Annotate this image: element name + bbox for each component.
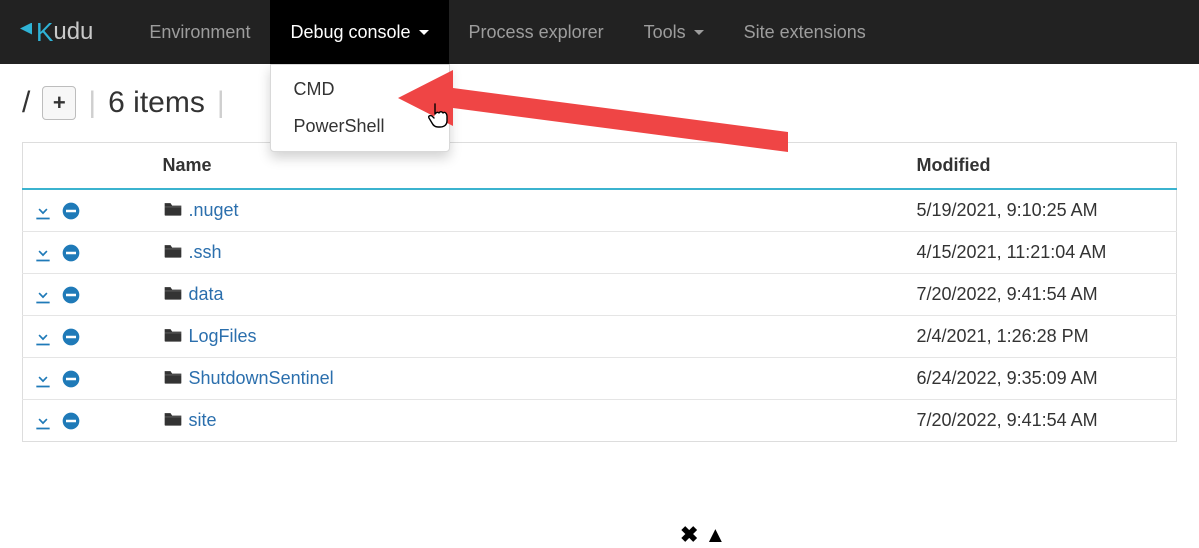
top-navbar: Kudu Environment Debug console CMD Power… bbox=[0, 0, 1199, 64]
row-name-cell: site bbox=[153, 400, 907, 442]
new-item-button[interactable]: + bbox=[42, 86, 76, 120]
delete-button[interactable] bbox=[61, 243, 81, 263]
nav-debug-console[interactable]: Debug console CMD PowerShell bbox=[270, 0, 448, 64]
download-button[interactable] bbox=[33, 411, 53, 431]
nav-site-extensions-label: Site extensions bbox=[744, 22, 866, 43]
table-row: data 7/20/2022, 9:41:54 AM bbox=[23, 274, 1177, 316]
delete-button[interactable] bbox=[61, 285, 81, 305]
row-actions-cell bbox=[23, 316, 153, 358]
divider: | bbox=[88, 86, 96, 120]
caret-down-icon bbox=[419, 30, 429, 35]
row-modified-cell: 2/4/2021, 1:26:28 PM bbox=[907, 316, 1177, 358]
folder-icon bbox=[163, 242, 183, 260]
row-name-cell: .ssh bbox=[153, 232, 907, 274]
table-row: LogFiles 2/4/2021, 1:26:28 PM bbox=[23, 316, 1177, 358]
col-name-header[interactable]: Name bbox=[153, 143, 907, 190]
table-row: .ssh 4/15/2021, 11:21:04 AM bbox=[23, 232, 1177, 274]
row-actions-cell bbox=[23, 358, 153, 400]
nav-process-explorer-label: Process explorer bbox=[469, 22, 604, 43]
row-name-cell: data bbox=[153, 274, 907, 316]
folder-icon bbox=[163, 326, 183, 344]
col-modified-header[interactable]: Modified bbox=[907, 143, 1177, 190]
brand-text: udu bbox=[53, 18, 93, 46]
dropdown-item-cmd[interactable]: CMD bbox=[271, 71, 449, 108]
row-modified-cell: 5/19/2021, 9:10:25 AM bbox=[907, 189, 1177, 232]
delete-button[interactable] bbox=[61, 411, 81, 431]
row-actions-cell bbox=[23, 400, 153, 442]
nav-debug-console-label: Debug console bbox=[290, 22, 410, 43]
delete-button[interactable] bbox=[61, 369, 81, 389]
file-link[interactable]: site bbox=[189, 410, 217, 430]
row-actions-cell bbox=[23, 189, 153, 232]
dropdown-cmd-label: CMD bbox=[293, 79, 334, 99]
nav-environment-label: Environment bbox=[149, 22, 250, 43]
row-name-cell: ShutdownSentinel bbox=[153, 358, 907, 400]
nav-tools[interactable]: Tools bbox=[624, 0, 724, 64]
row-modified-cell: 6/24/2022, 9:35:09 AM bbox=[907, 358, 1177, 400]
file-link[interactable]: ShutdownSentinel bbox=[189, 368, 334, 388]
folder-icon bbox=[163, 284, 183, 302]
row-actions-cell bbox=[23, 232, 153, 274]
nav-process-explorer[interactable]: Process explorer bbox=[449, 0, 624, 64]
breadcrumb-bar: / + | 6 items | bbox=[0, 64, 1199, 142]
breadcrumb-root[interactable]: / bbox=[22, 86, 30, 120]
row-name-cell: .nuget bbox=[153, 189, 907, 232]
dropdown-item-powershell[interactable]: PowerShell bbox=[271, 108, 449, 145]
delete-button[interactable] bbox=[61, 327, 81, 347]
col-name-label: Name bbox=[163, 155, 212, 175]
file-link[interactable]: LogFiles bbox=[189, 326, 257, 346]
brand-k-icon: K bbox=[22, 17, 53, 48]
table-row: site 7/20/2022, 9:41:54 AM bbox=[23, 400, 1177, 442]
download-button[interactable] bbox=[33, 369, 53, 389]
brand-logo[interactable]: Kudu bbox=[22, 0, 129, 64]
folder-icon bbox=[163, 200, 183, 218]
console-toggle-icons[interactable]: ✖ ▲ bbox=[680, 522, 726, 548]
folder-icon bbox=[163, 368, 183, 386]
row-modified-cell: 7/20/2022, 9:41:54 AM bbox=[907, 400, 1177, 442]
row-modified-cell: 4/15/2021, 11:21:04 AM bbox=[907, 232, 1177, 274]
nav-environment[interactable]: Environment bbox=[129, 0, 270, 64]
nav-tools-label: Tools bbox=[644, 22, 686, 43]
file-link[interactable]: .nuget bbox=[189, 200, 239, 220]
download-button[interactable] bbox=[33, 327, 53, 347]
row-name-cell: LogFiles bbox=[153, 316, 907, 358]
col-modified-label: Modified bbox=[917, 155, 991, 175]
table-row: ShutdownSentinel 6/24/2022, 9:35:09 AM bbox=[23, 358, 1177, 400]
file-link[interactable]: .ssh bbox=[189, 242, 222, 262]
divider: | bbox=[217, 86, 225, 120]
file-table: Name Modified .nuget 5/19/2021, 9:10:25 A… bbox=[22, 142, 1177, 442]
row-actions-cell bbox=[23, 274, 153, 316]
download-button[interactable] bbox=[33, 285, 53, 305]
download-button[interactable] bbox=[33, 201, 53, 221]
row-modified-cell: 7/20/2022, 9:41:54 AM bbox=[907, 274, 1177, 316]
items-count-label: 6 items bbox=[108, 86, 205, 120]
nav-site-extensions[interactable]: Site extensions bbox=[724, 0, 886, 64]
delete-button[interactable] bbox=[61, 201, 81, 221]
dropdown-powershell-label: PowerShell bbox=[293, 116, 384, 136]
debug-console-dropdown: CMD PowerShell bbox=[270, 64, 450, 152]
table-row: .nuget 5/19/2021, 9:10:25 AM bbox=[23, 189, 1177, 232]
col-actions-header bbox=[23, 143, 153, 190]
folder-icon bbox=[163, 410, 183, 428]
file-link[interactable]: data bbox=[189, 284, 224, 304]
download-button[interactable] bbox=[33, 243, 53, 263]
caret-down-icon bbox=[694, 30, 704, 35]
